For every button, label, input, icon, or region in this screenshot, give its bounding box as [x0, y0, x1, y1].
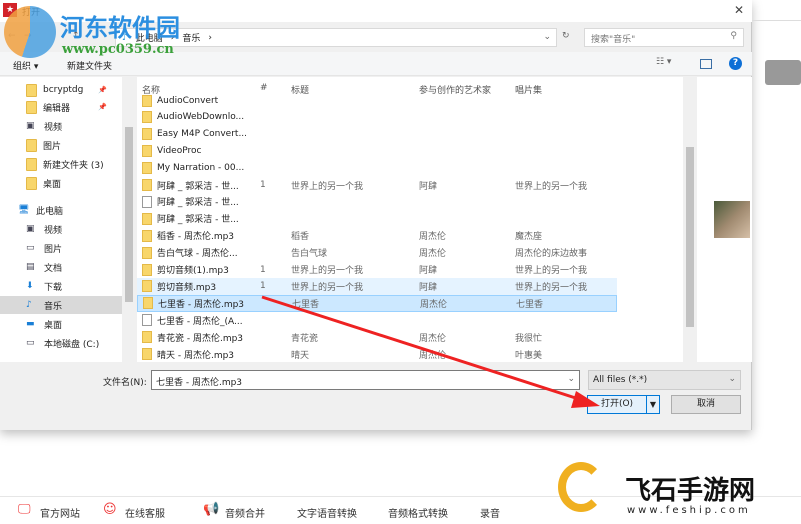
- app-bar-item[interactable]: 在线客服: [125, 505, 165, 520]
- watermark-brand-url: www.feship.com: [627, 505, 751, 516]
- app-bar-item[interactable]: 录音: [480, 505, 500, 520]
- app-bar-item[interactable]: 音频合并: [225, 505, 265, 520]
- support-icon: ☺: [103, 502, 117, 517]
- watermark-logo-feship: [558, 462, 604, 512]
- watermark-title: 河东软件园: [60, 13, 180, 42]
- watermark-logo-pc0359: [4, 6, 56, 58]
- app-bar-item[interactable]: 官方网站: [40, 505, 80, 520]
- app-bar-item[interactable]: 音频格式转换: [388, 505, 448, 520]
- watermark-brand: 飞石手游网: [625, 476, 756, 506]
- app-bar-item[interactable]: 文字语音转换: [297, 505, 357, 520]
- arrow-head: [571, 391, 600, 408]
- annotation-arrow: [261, 295, 600, 408]
- watermark-url: www.pc0359.cn: [62, 42, 174, 57]
- monitor-icon: 🖵: [18, 502, 31, 517]
- megaphone-icon: 📢: [203, 502, 220, 517]
- arrow-shaft: [261, 295, 589, 404]
